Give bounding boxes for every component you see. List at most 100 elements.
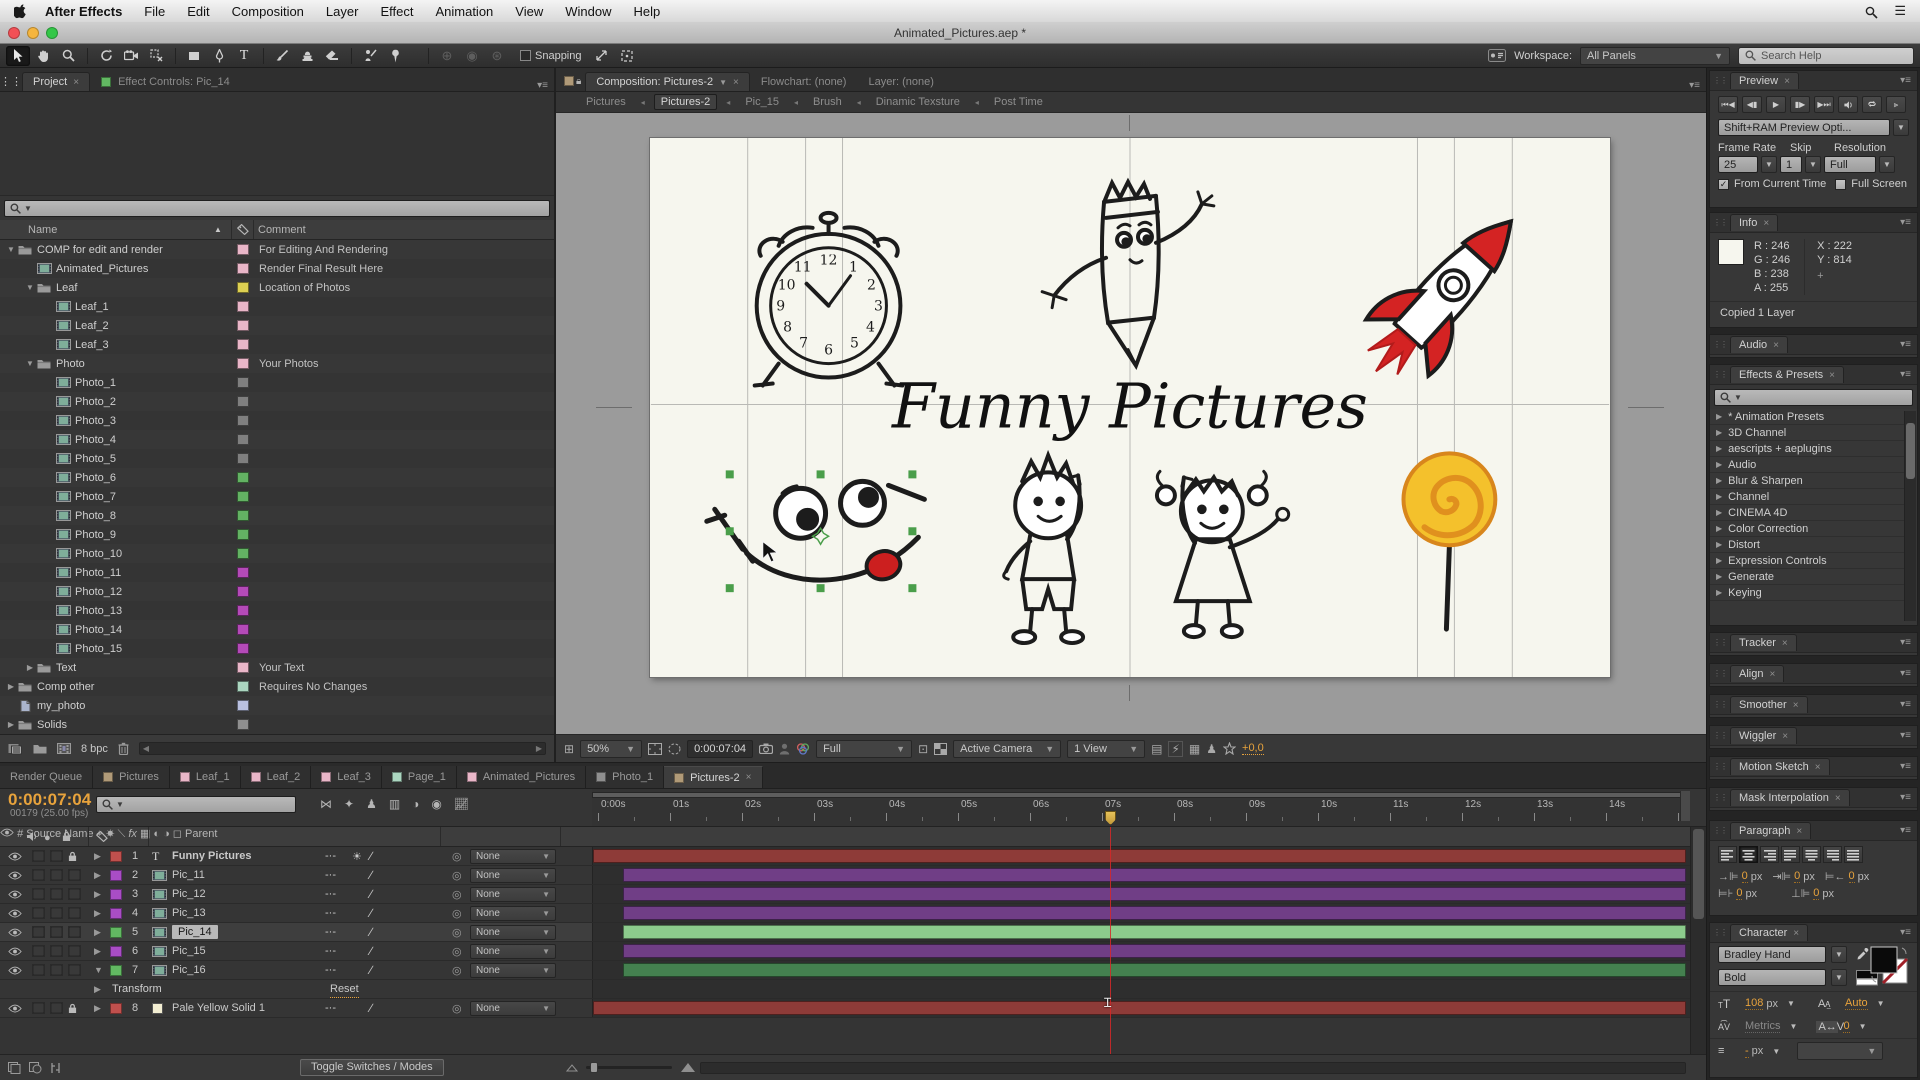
- parent-dropdown[interactable]: None ▼: [470, 848, 556, 864]
- indent-first-field[interactable]: ⇥⊫ 0 px: [1772, 870, 1815, 883]
- layer-name[interactable]: Pic_13: [172, 907, 206, 919]
- tab-flowchart[interactable]: Flowchart: (none): [750, 72, 858, 91]
- panel-menu-icon[interactable]: ▾≡: [537, 80, 554, 91]
- project-row[interactable]: my_photo: [0, 696, 554, 715]
- layer-row-pic_16[interactable]: ▼ 7 Pic_16 -·- ∕ ◎ None ▼: [0, 961, 1706, 980]
- parent-dropdown[interactable]: None ▼: [470, 1000, 556, 1016]
- project-row[interactable]: Photo_6: [0, 468, 554, 487]
- font-family-arrow[interactable]: ▼: [1831, 946, 1847, 963]
- layer-duration-bar[interactable]: [593, 849, 1686, 863]
- timeline-vertical-scrollbar[interactable]: [1690, 827, 1706, 1054]
- solo-switch[interactable]: [50, 885, 63, 903]
- tab-composition[interactable]: Composition: Pictures-2 ▼ ×: [585, 72, 750, 91]
- column-parent[interactable]: Parent: [185, 828, 217, 840]
- from-current-time-checkbox[interactable]: ✓: [1718, 178, 1729, 190]
- layer-row-pic_14[interactable]: ▶ 5 Pic_14 -·- ∕ ◎ None ▼: [0, 923, 1706, 942]
- crumb-brush[interactable]: Brush: [807, 95, 848, 109]
- notification-center-icon[interactable]: ☰: [1894, 3, 1906, 19]
- fast-previews-icon[interactable]: ⚡︎: [1168, 740, 1183, 757]
- eye-icon[interactable]: [8, 999, 22, 1017]
- panel-menu-icon[interactable]: ▾≡: [1900, 730, 1917, 741]
- eye-icon[interactable]: [8, 961, 22, 979]
- transparency-grid-icon[interactable]: [934, 742, 948, 755]
- draft-3d-icon[interactable]: ✦: [344, 797, 354, 811]
- pick-whip-icon[interactable]: ◎: [452, 999, 462, 1017]
- snap-options-icon[interactable]: [615, 46, 639, 66]
- crumb-pictures-2[interactable]: Pictures-2: [653, 94, 718, 110]
- timeline-tab-pictures[interactable]: Pictures: [93, 766, 170, 788]
- timeline-tab-leaf_3[interactable]: Leaf_3: [311, 766, 382, 788]
- project-column-header[interactable]: Name ▲ Comment: [0, 220, 554, 240]
- audio-button[interactable]: [1838, 96, 1858, 113]
- tab-smoother[interactable]: Smoother ×: [1730, 696, 1808, 713]
- twirl-icon[interactable]: ▶: [94, 885, 101, 903]
- effects-category[interactable]: ▶ Channel: [1710, 489, 1904, 505]
- lock-switch[interactable]: [68, 847, 77, 865]
- tracking-field[interactable]: 0: [1843, 1020, 1850, 1033]
- layer-row-pic_15[interactable]: ▶ 6 Pic_15 -·- ∕ ◎ None ▼: [0, 942, 1706, 961]
- label-color-swatch[interactable]: [237, 548, 249, 559]
- parent-dropdown[interactable]: None ▼: [470, 867, 556, 883]
- ram-options-arrow[interactable]: ▼: [1893, 119, 1909, 136]
- layer-row-funny-pictures[interactable]: ▶ 1 T Funny Pictures -·- ☀ ∕ ◎ None ▼: [0, 847, 1706, 866]
- label-color-swatch[interactable]: [237, 605, 249, 616]
- layer-row-pale-yellow-solid-1[interactable]: ▶ 8 Pale Yellow Solid 1 -·- ∕ ◎ None ▼: [0, 999, 1706, 1018]
- twirl-icon[interactable]: ▶: [1716, 556, 1722, 565]
- next-frame-button[interactable]: ▮▶: [1790, 96, 1810, 113]
- tab-effects-presets[interactable]: Effects & Presets ×: [1730, 366, 1845, 383]
- skip-arrow[interactable]: ▼: [1805, 156, 1821, 173]
- current-timecode[interactable]: 0:00:07:04: [0, 789, 99, 808]
- color-depth-button[interactable]: 8 bpc: [81, 743, 108, 755]
- project-row[interactable]: ▼ Photo Your Photos: [0, 354, 554, 373]
- layer-name[interactable]: Pic_16: [172, 964, 206, 976]
- twirl-icon[interactable]: ▶: [1716, 460, 1722, 469]
- project-row[interactable]: Photo_5: [0, 449, 554, 468]
- menu-view[interactable]: View: [515, 4, 543, 19]
- project-row[interactable]: Photo_15: [0, 639, 554, 658]
- audio-switch[interactable]: [32, 961, 45, 979]
- tab-mask-interpolation[interactable]: Mask Interpolation ×: [1730, 789, 1850, 806]
- composition-canvas[interactable]: 12 1 2 345 678 9 10 11 Funny Pictures: [556, 113, 1706, 734]
- full-screen-checkbox[interactable]: [1835, 178, 1847, 190]
- expand-layer-switches-icon[interactable]: [8, 1061, 21, 1074]
- menu-effect[interactable]: Effect: [380, 4, 413, 19]
- clone-stamp-tool[interactable]: [295, 46, 319, 66]
- layer-name[interactable]: Funny Pictures: [172, 850, 251, 862]
- layer-duration-bar[interactable]: [623, 925, 1686, 939]
- collapse-switch[interactable]: -·-: [325, 999, 336, 1017]
- timeline-tab-page_1[interactable]: Page_1: [381, 766, 457, 788]
- hand-tool[interactable]: [31, 46, 55, 66]
- twirl-icon[interactable]: ▶: [1716, 572, 1722, 581]
- tab-wiggler[interactable]: Wiggler ×: [1730, 727, 1798, 744]
- project-row[interactable]: Leaf_2: [0, 316, 554, 335]
- label-color-swatch[interactable]: [237, 719, 249, 730]
- twirl-icon[interactable]: ▼: [94, 961, 103, 979]
- project-horizontal-scrollbar[interactable]: ◀ ▶: [138, 742, 546, 755]
- playhead-marker[interactable]: [1105, 811, 1116, 825]
- collapse-switch[interactable]: -·-: [325, 961, 336, 979]
- label-color-swatch[interactable]: [237, 453, 249, 464]
- trash-icon[interactable]: [118, 742, 129, 756]
- project-row[interactable]: ▶ Comp other Requires No Changes: [0, 677, 554, 696]
- parent-dropdown[interactable]: None ▼: [470, 962, 556, 978]
- project-row[interactable]: ▶ Solids: [0, 715, 554, 734]
- label-color-swatch[interactable]: [237, 586, 249, 597]
- timeline-tab-pictures-2[interactable]: Pictures-2 ×: [664, 766, 763, 788]
- label-color-swatch[interactable]: [237, 320, 249, 331]
- twirl-icon[interactable]: ▶: [94, 904, 101, 922]
- quality-switch[interactable]: ∕: [370, 942, 372, 960]
- project-search-input[interactable]: ▼: [4, 199, 550, 217]
- interpret-footage-icon[interactable]: [8, 742, 23, 755]
- collapse-switch[interactable]: -·-: [325, 904, 336, 922]
- twirl-icon[interactable]: ▼: [25, 283, 35, 292]
- workspace-dropdown[interactable]: All Panels ▼: [1580, 46, 1730, 65]
- twirl-icon[interactable]: ▶: [1716, 492, 1722, 501]
- puppet-pin-tool[interactable]: [383, 46, 407, 66]
- tab-audio[interactable]: Audio ×: [1730, 336, 1788, 353]
- layer-duration-bar[interactable]: [623, 963, 1686, 977]
- effects-category[interactable]: ▶ Keying: [1710, 585, 1904, 601]
- search-help-input[interactable]: Search Help: [1738, 46, 1914, 65]
- loop-button[interactable]: 🔁︎: [1862, 96, 1882, 113]
- panel-menu-icon[interactable]: ▾≡: [1900, 668, 1917, 679]
- eye-icon[interactable]: [8, 847, 22, 865]
